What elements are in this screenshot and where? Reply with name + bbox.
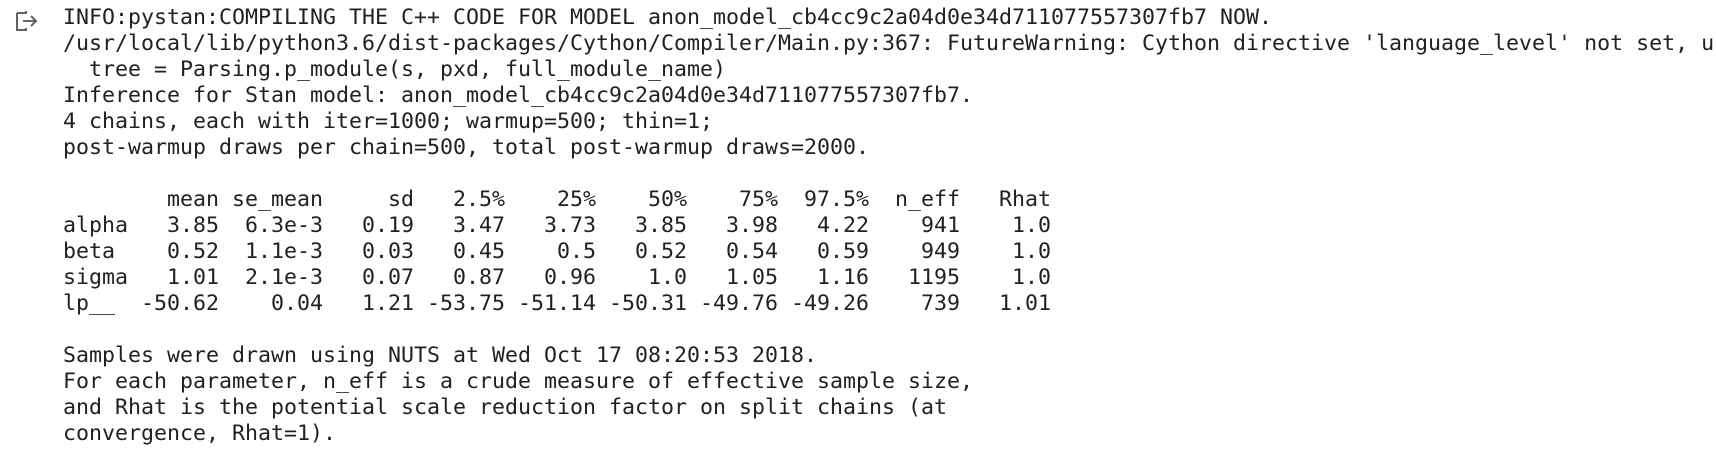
- cell-output-area: INFO:pystan:COMPILING THE C++ CODE FOR M…: [0, 0, 1716, 464]
- output-line: INFO:pystan:COMPILING THE C++ CODE FOR M…: [63, 5, 1273, 30]
- summary-table-header: mean se_mean sd 2.5% 25% 50% 75% 97.5% n…: [63, 187, 1052, 212]
- output-arrow-icon[interactable]: [14, 10, 40, 32]
- summary-table-row: sigma 1.01 2.1e-3 0.07 0.87 0.96 1.0 1.0…: [63, 265, 1052, 290]
- output-line: /usr/local/lib/python3.6/dist-packages/C…: [63, 31, 1716, 56]
- output-text: INFO:pystan:COMPILING THE C++ CODE FOR M…: [63, 5, 1716, 460]
- output-line: post-warmup draws per chain=500, total p…: [63, 135, 870, 160]
- output-line: tree = Parsing.p_module(s, pxd, full_mod…: [63, 57, 727, 82]
- summary-table-row: alpha 3.85 6.3e-3 0.19 3.47 3.73 3.85 3.…: [63, 213, 1052, 238]
- output-line: 4 chains, each with iter=1000; warmup=50…: [63, 109, 714, 134]
- output-line: Inference for Stan model: anon_model_cb4…: [63, 83, 974, 108]
- output-line: and Rhat is the potential scale reductio…: [63, 395, 948, 420]
- summary-table-row: lp__ -50.62 0.04 1.21 -53.75 -51.14 -50.…: [63, 291, 1052, 316]
- summary-table-row: beta 0.52 1.1e-3 0.03 0.45 0.5 0.52 0.54…: [63, 239, 1052, 264]
- output-line: Samples were drawn using NUTS at Wed Oct…: [63, 343, 818, 368]
- output-line: convergence, Rhat=1).: [63, 421, 337, 446]
- output-line: For each parameter, n_eff is a crude mea…: [63, 369, 974, 394]
